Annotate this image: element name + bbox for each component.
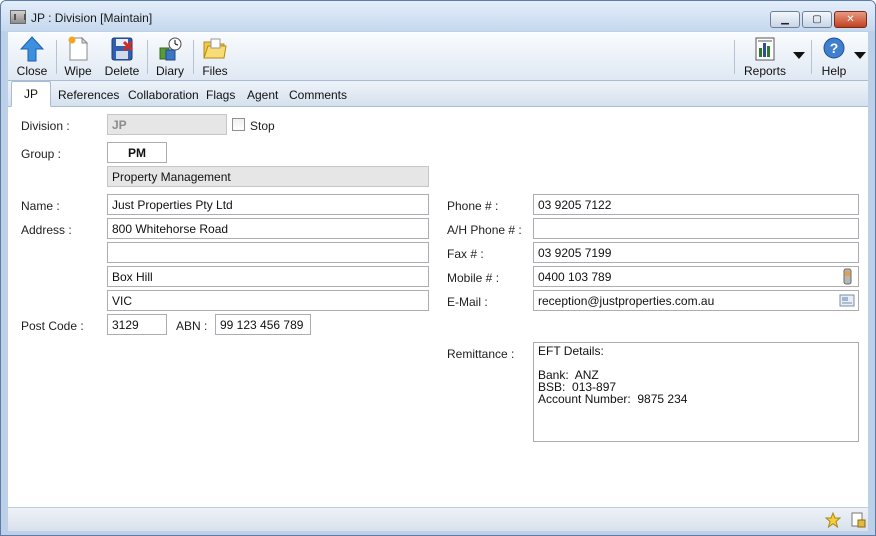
mobile-field[interactable]: 0400 103 789 [533, 266, 859, 287]
form-panel: Division : JP Stop Group : PM Property M… [8, 107, 868, 507]
email-field[interactable]: reception@justproperties.com.au [533, 290, 859, 311]
toolbar: Close Wipe Delete Diary Files Reports ? … [8, 32, 868, 81]
address-line4-field[interactable]: VIC [107, 290, 429, 311]
reports-dropdown-icon[interactable] [793, 52, 805, 59]
email-compose-icon[interactable] [839, 292, 855, 309]
wipe-button-label: Wipe [64, 64, 92, 78]
email-label: E-Mail : [447, 295, 488, 309]
reports-button-label: Reports [743, 64, 787, 78]
minimize-button[interactable]: ▁ [770, 11, 800, 28]
abn-label: ABN : [176, 319, 208, 333]
delete-button[interactable]: Delete [101, 32, 143, 81]
help-button[interactable]: ? Help [816, 32, 852, 81]
tab-agent[interactable]: Agent [247, 88, 278, 102]
group-label: Group : [21, 147, 62, 161]
maximize-button[interactable]: ▢ [802, 11, 832, 28]
division-field: JP [107, 114, 227, 135]
reports-button[interactable]: Reports [740, 32, 790, 81]
division-label: Division : [21, 119, 70, 133]
toolbar-separator [147, 40, 148, 74]
remittance-label: Remittance : [447, 347, 515, 361]
help-question-icon: ? [823, 37, 845, 59]
new-document-icon [68, 36, 89, 61]
status-bar [8, 507, 868, 531]
tab-comments[interactable]: Comments [289, 88, 347, 102]
notes-lock-icon[interactable] [850, 512, 866, 528]
files-button[interactable]: Files [197, 32, 233, 81]
stop-label: Stop [250, 119, 275, 133]
app-window: JP : Division [Maintain] ▁ ▢ ✕ Close Wip… [0, 0, 876, 536]
close-button[interactable]: Close [12, 32, 52, 81]
fax-label: Fax # : [447, 247, 484, 261]
name-field[interactable]: Just Properties Pty Ltd [107, 194, 429, 215]
title-bar: JP : Division [Maintain] ▁ ▢ ✕ [1, 1, 875, 31]
tab-references[interactable]: References [58, 88, 119, 102]
mobile-label: Mobile # : [447, 271, 500, 285]
folder-icon [203, 38, 227, 59]
toolbar-separator [734, 40, 735, 74]
mobile-phone-icon[interactable] [839, 268, 855, 285]
toolbar-separator [193, 40, 194, 74]
remittance-textarea[interactable]: EFT Details: Bank: ANZ BSB: 013-897 Acco… [533, 342, 859, 442]
toolbar-separator [811, 40, 812, 74]
address-line3-field[interactable]: Box Hill [107, 266, 429, 287]
tab-collaboration[interactable]: Collaboration [128, 88, 199, 102]
window-title: JP : Division [Maintain] [31, 11, 153, 25]
delete-button-label: Delete [104, 64, 140, 78]
tab-flags[interactable]: Flags [206, 88, 235, 102]
help-button-label: Help [821, 64, 847, 78]
tab-jp[interactable]: JP [11, 81, 52, 107]
toolbar-separator [56, 40, 57, 74]
up-arrow-icon [20, 36, 44, 62]
building-icon [10, 10, 26, 24]
name-label: Name : [21, 199, 60, 213]
close-button-label: Close [16, 64, 48, 78]
postcode-field[interactable]: 3129 [107, 314, 167, 335]
save-disk-icon [111, 37, 134, 61]
diary-button[interactable]: Diary [151, 32, 189, 81]
help-dropdown-icon[interactable] [854, 52, 866, 59]
close-window-button[interactable]: ✕ [834, 11, 867, 28]
files-button-label: Files [202, 64, 228, 78]
phone-label: Phone # : [447, 199, 499, 213]
tab-strip: JP References Collaboration Flags Agent … [8, 81, 868, 107]
svg-text:?: ? [830, 40, 839, 56]
abn-field[interactable]: 99 123 456 789 [215, 314, 311, 335]
ah-phone-field[interactable] [533, 218, 859, 239]
address-line1-field[interactable]: 800 Whitehorse Road [107, 218, 429, 239]
postcode-label: Post Code : [21, 319, 84, 333]
ah-phone-label: A/H Phone # : [447, 223, 522, 237]
diary-button-label: Diary [155, 64, 184, 78]
fax-field[interactable]: 03 9205 7199 [533, 242, 859, 263]
report-chart-icon [755, 37, 775, 61]
diary-clock-icon [159, 37, 182, 61]
favorite-star-icon[interactable] [825, 512, 841, 528]
address-line2-field[interactable] [107, 242, 429, 263]
address-label: Address : [21, 223, 72, 237]
group-name-field: Property Management [107, 166, 429, 187]
phone-field[interactable]: 03 9205 7122 [533, 194, 859, 215]
wipe-button[interactable]: Wipe [60, 32, 96, 81]
group-code-field[interactable]: PM [107, 142, 167, 163]
stop-checkbox[interactable] [232, 118, 245, 131]
